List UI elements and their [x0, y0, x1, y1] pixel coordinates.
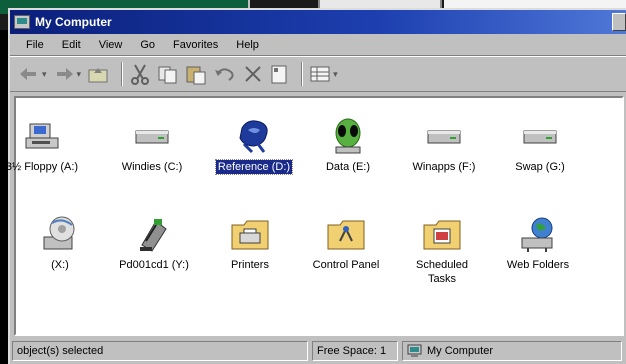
status-bar: object(s) selected Free Space: 1 My Comp…	[10, 338, 626, 364]
status-location: My Computer	[402, 341, 622, 361]
paste-icon	[186, 66, 206, 85]
drive-label: Data (E:)	[325, 161, 370, 173]
web-folders-icon	[521, 217, 553, 252]
drive-item-d[interactable]: Reference (D:)	[206, 118, 302, 175]
menu-bar: File Edit View Go Favorites Help	[10, 34, 626, 56]
network-drive-icon	[140, 219, 167, 252]
chevron-down-icon: ▾	[76, 68, 82, 79]
cut-button[interactable]	[129, 61, 151, 87]
file-view[interactable]: 3½ Floppy (A:) Windies (C:) Reference (D…	[6, 96, 624, 336]
computer-icon	[407, 344, 422, 357]
drive-item-y[interactable]: Pd001cd1 (Y:)	[106, 216, 202, 272]
floppy-drive-icon	[25, 123, 59, 149]
menu-help-label: Help	[236, 38, 259, 51]
cd-drive-icon	[239, 120, 268, 154]
drive-item-c[interactable]: Windies (C:)	[104, 118, 200, 174]
hard-drive-icon	[523, 130, 557, 144]
folder-label: Scheduled Tasks	[416, 259, 468, 285]
window-title: My Computer	[35, 15, 112, 29]
menu-go[interactable]: Go	[138, 37, 157, 53]
folder-label: Printers	[231, 259, 269, 271]
views-button[interactable]: ▾	[309, 61, 338, 87]
window-control-button[interactable]	[612, 13, 626, 31]
up-folder-icon	[88, 68, 108, 83]
menu-file-label: File	[26, 38, 44, 51]
control-panel-item[interactable]: Control Panel	[298, 216, 394, 272]
copy-button[interactable]	[157, 61, 179, 87]
drive-label: Reference (D:)	[214, 159, 294, 175]
paste-button[interactable]	[185, 61, 207, 87]
properties-button[interactable]	[269, 61, 289, 87]
chevron-down-icon: ▾	[42, 68, 47, 79]
drive-label: Windies (C:)	[121, 161, 183, 173]
forward-button[interactable]: ▾	[53, 61, 82, 87]
toolbar-separator	[301, 62, 304, 86]
back-icon	[20, 68, 36, 80]
chevron-down-icon: ▾	[333, 68, 338, 79]
title-bar[interactable]: My Computer	[10, 10, 626, 34]
menu-favorites[interactable]: Favorites	[171, 37, 220, 53]
status-location-label: My Computer	[427, 345, 494, 357]
printers-folder-icon	[231, 220, 269, 250]
printers-item[interactable]: Printers	[202, 216, 298, 272]
menu-favorites-label: Favorites	[173, 38, 219, 51]
forward-icon	[56, 68, 73, 80]
drive-item-f[interactable]: Winapps (F:)	[396, 118, 492, 174]
web-folders-item[interactable]: Web Folders	[490, 216, 586, 272]
control-panel-icon	[327, 220, 365, 250]
undo-button[interactable]	[213, 61, 237, 87]
menu-help[interactable]: Help	[234, 37, 261, 53]
drive-item-g[interactable]: Swap (G:)	[492, 118, 588, 174]
cut-icon	[131, 64, 150, 85]
views-icon	[310, 66, 330, 82]
up-button[interactable]	[87, 61, 109, 87]
menu-edit[interactable]: Edit	[60, 37, 83, 53]
undo-icon	[215, 68, 234, 81]
menu-file[interactable]: File	[24, 37, 46, 53]
delete-icon	[245, 66, 261, 82]
cd-rom-icon	[43, 216, 75, 250]
drive-item-e[interactable]: Data (E:)	[300, 118, 396, 174]
delete-button[interactable]	[243, 61, 263, 87]
alien-drive-icon	[335, 118, 361, 154]
drive-item-x[interactable]: (X:)	[12, 216, 108, 272]
drive-label: Pd001cd1 (Y:)	[119, 259, 189, 271]
hard-drive-icon	[135, 130, 169, 144]
drive-label: Winapps (F:)	[412, 161, 476, 173]
folder-label: Control Panel	[312, 259, 380, 271]
hard-drive-icon	[427, 130, 461, 144]
scheduled-tasks-item[interactable]: Scheduled Tasks	[394, 216, 490, 286]
status-selection: object(s) selected	[12, 341, 308, 361]
drive-label: (X:)	[51, 259, 69, 271]
copy-icon	[158, 66, 177, 84]
status-free-space: Free Space: 1	[312, 341, 398, 361]
folder-label: Web Folders	[506, 259, 570, 271]
menu-edit-label: Edit	[61, 38, 81, 51]
toolbar: ▾ ▾ ▾	[10, 56, 626, 92]
scheduled-tasks-icon	[423, 220, 461, 250]
drive-label: Swap (G:)	[515, 161, 565, 173]
drive-label: 3½ Floppy (A:)	[5, 161, 79, 173]
back-button[interactable]: ▾	[18, 61, 47, 87]
my-computer-window: My Computer File Edit View Go Favorites …	[6, 8, 626, 364]
menu-view-label: View	[98, 38, 123, 51]
menu-go-label: Go	[140, 38, 156, 51]
computer-icon	[14, 15, 30, 29]
menu-view[interactable]: View	[97, 37, 125, 53]
properties-icon	[271, 65, 287, 84]
drive-item-a[interactable]: 3½ Floppy (A:)	[0, 118, 90, 174]
toolbar-separator	[121, 62, 124, 86]
